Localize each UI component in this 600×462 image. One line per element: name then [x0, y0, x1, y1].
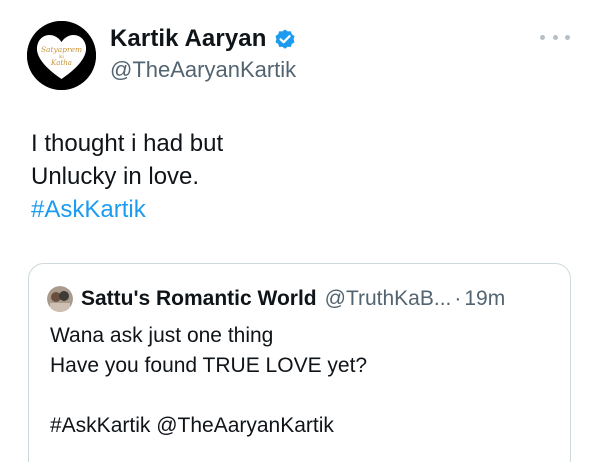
quoted-tweet[interactable]: Sattu's Romantic World @TruthKaB... · 19…: [28, 263, 571, 462]
quoted-text-line: Have you found TRUE LOVE yet?: [50, 354, 368, 377]
svg-text:Katha: Katha: [50, 59, 72, 67]
quoted-tweet-header: Sattu's Romantic World @TruthKaB... · 19…: [47, 286, 505, 312]
quoted-text-line: #AskKartik @TheAaryanKartik: [50, 414, 334, 437]
svg-text:Satyaprem: Satyaprem: [41, 45, 82, 54]
quoted-tweet-text: Wana ask just one thing Have you found T…: [50, 321, 560, 441]
verified-badge-icon: [273, 27, 297, 51]
quoted-author-handle[interactable]: @TruthKaB...: [325, 287, 452, 311]
more-dot: [552, 34, 558, 40]
author-avatar[interactable]: Satyaprem ki Katha: [27, 21, 96, 90]
quoted-text-blank-line: [50, 381, 560, 411]
quoted-text-line: Wana ask just one thing: [50, 324, 274, 347]
quoted-author-name[interactable]: Sattu's Romantic World: [81, 287, 317, 311]
author-name-text[interactable]: Kartik Aaryan: [110, 25, 266, 53]
tweet-card: Satyaprem ki Katha Kartik Aaryan @TheAar…: [0, 0, 600, 462]
tweet-text-line: Unlucky in love.: [31, 163, 200, 190]
author-name[interactable]: Kartik Aaryan: [110, 25, 297, 53]
tweet-text: I thought i had but Unlucky in love. #As…: [31, 127, 571, 226]
quoted-separator: ·: [454, 287, 462, 310]
hashtag-link[interactable]: #AskKartik: [31, 193, 571, 226]
more-dot: [540, 34, 545, 40]
tweet-text-line: I thought i had but: [31, 130, 224, 157]
more-options-button[interactable]: [540, 30, 570, 44]
author-handle[interactable]: @TheAaryanKartik: [110, 57, 296, 83]
heart-logo-icon: Satyaprem ki Katha: [27, 21, 96, 90]
quoted-timestamp[interactable]: 19m: [464, 287, 505, 311]
more-dot: [565, 34, 570, 40]
quoted-author-avatar[interactable]: [47, 286, 73, 312]
